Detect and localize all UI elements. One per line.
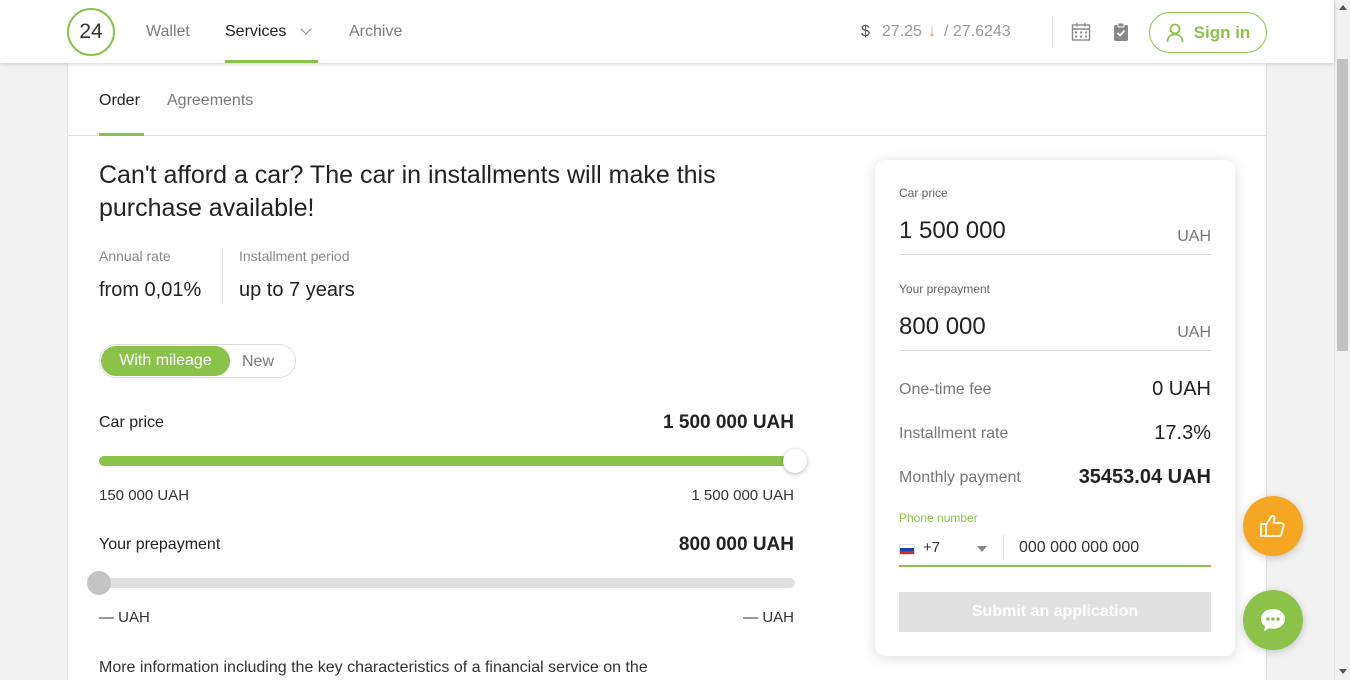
toggle-with-mileage[interactable]: With mileage (101, 346, 230, 376)
sign-in-label: Sign in (1193, 22, 1251, 42)
nav-services[interactable]: Services (225, 0, 318, 63)
scroll-thumb[interactable] (1337, 59, 1348, 351)
fee-value: 0 UAH (1152, 378, 1211, 400)
panel-car-price-input[interactable]: 1 500 000 UAH (899, 217, 1211, 255)
rate-sell: / 27.6243 (943, 22, 1011, 40)
page-title: Can't afford a car? The car in installme… (99, 161, 716, 222)
phone-label: Phone number (899, 511, 978, 525)
currency-symbol: $ (861, 22, 870, 40)
nav-wallet-label: Wallet (146, 22, 190, 40)
rate-down-arrow-icon: ↓ (927, 22, 936, 40)
panel-prepayment-unit: UAH (1177, 324, 1211, 341)
monthly-row: Monthly payment 35453.04 UAH (899, 466, 1211, 490)
country-code: +7 (923, 539, 941, 556)
car-price-slider[interactable] (99, 449, 807, 473)
car-price-label: Car price (99, 414, 164, 431)
tab-active-underline (99, 133, 144, 136)
prepayment-slider[interactable] (87, 571, 795, 595)
nav-services-label: Services (225, 22, 287, 40)
russia-flag-icon (899, 544, 915, 555)
car-price-slider-thumb[interactable] (783, 449, 807, 473)
monthly-payment-label: Monthly payment (899, 469, 1021, 486)
subtabs-bar: Order Agreements (68, 63, 1266, 136)
phone-field[interactable]: +7 000 000 000 000 (899, 532, 1211, 567)
clipboard-check-icon[interactable] (1111, 22, 1131, 42)
period-value: up to 7 years (239, 279, 355, 301)
exchange-rate: $ 27.25 ↓ / 27.6243 (861, 0, 1011, 63)
car-price-min: 150 000 UAH (99, 487, 190, 504)
prepayment-max: — UAH (743, 609, 794, 626)
country-code-dropdown-icon[interactable] (977, 546, 987, 552)
more-info-text: More information including the key chara… (99, 659, 648, 676)
logo[interactable]: 24 (67, 8, 115, 56)
panel-car-price-unit: UAH (1177, 228, 1211, 245)
panel-car-price-value: 1 500 000 (899, 217, 1006, 244)
rate-buy: 27.25 (881, 22, 922, 40)
header-divider (1052, 16, 1053, 47)
calendar-icon[interactable] (1071, 22, 1091, 42)
rate-row: Installment rate 17.3% (899, 422, 1211, 446)
panel-prepayment-value: 800 000 (899, 313, 986, 340)
meta-divider (222, 248, 223, 304)
toggle-new[interactable]: New (242, 353, 274, 371)
chat-button[interactable] (1243, 590, 1303, 650)
chat-icon (1261, 609, 1285, 631)
nav-archive-label: Archive (349, 22, 403, 40)
feedback-button[interactable] (1243, 496, 1303, 556)
chevron-down-icon (300, 23, 313, 35)
nav-active-underline (225, 60, 318, 63)
phone-divider (1003, 535, 1004, 559)
car-price-slider-fill (99, 456, 795, 466)
submit-application-button[interactable]: Submit an application (899, 592, 1211, 632)
page-scrollbar[interactable] (1334, 0, 1350, 680)
thumbs-up-icon (1260, 514, 1285, 537)
car-price-max: 1 500 000 UAH (691, 487, 794, 504)
panel-prepayment-label: Your prepayment (899, 282, 990, 296)
prepayment-label: Your prepayment (99, 536, 221, 553)
car-type-toggle: With mileage New (99, 344, 296, 378)
panel-car-price-label: Car price (899, 186, 948, 200)
car-price-value: 1 500 000 UAH (663, 412, 794, 433)
fee-row: One-time fee 0 UAH (899, 378, 1211, 402)
installment-rate-label: Installment rate (899, 425, 1009, 442)
phone-input[interactable]: 000 000 000 000 (1019, 539, 1139, 557)
tab-agreements[interactable]: Agreements (167, 92, 253, 110)
scroll-down-arrow-icon[interactable] (1339, 669, 1347, 674)
annual-rate-value: from 0,01% (99, 279, 202, 301)
annual-rate-label: Annual rate (99, 248, 171, 264)
sign-in-button[interactable]: Sign in (1149, 12, 1267, 53)
scroll-up-arrow-icon[interactable] (1339, 5, 1347, 10)
nav-wallet[interactable]: Wallet (146, 0, 190, 63)
installment-rate-value: 17.3% (1154, 422, 1211, 444)
fee-label: One-time fee (899, 381, 992, 398)
user-icon (1166, 23, 1184, 42)
top-header: 24 Wallet Services Archive $ 27.25 ↓ / 2… (0, 0, 1334, 63)
panel-prepayment-input[interactable]: 800 000 UAH (899, 313, 1211, 351)
monthly-payment-value: 35453.04 UAH (1078, 466, 1211, 488)
prepayment-min: — UAH (99, 609, 150, 626)
nav-archive[interactable]: Archive (349, 0, 402, 63)
calculator-panel: Car price 1 500 000 UAH Your prepayment … (875, 160, 1235, 656)
prepayment-slider-thumb[interactable] (87, 571, 111, 595)
tab-order[interactable]: Order (99, 92, 140, 110)
prepayment-value: 800 000 UAH (678, 534, 794, 555)
period-label: Installment period (239, 248, 350, 264)
